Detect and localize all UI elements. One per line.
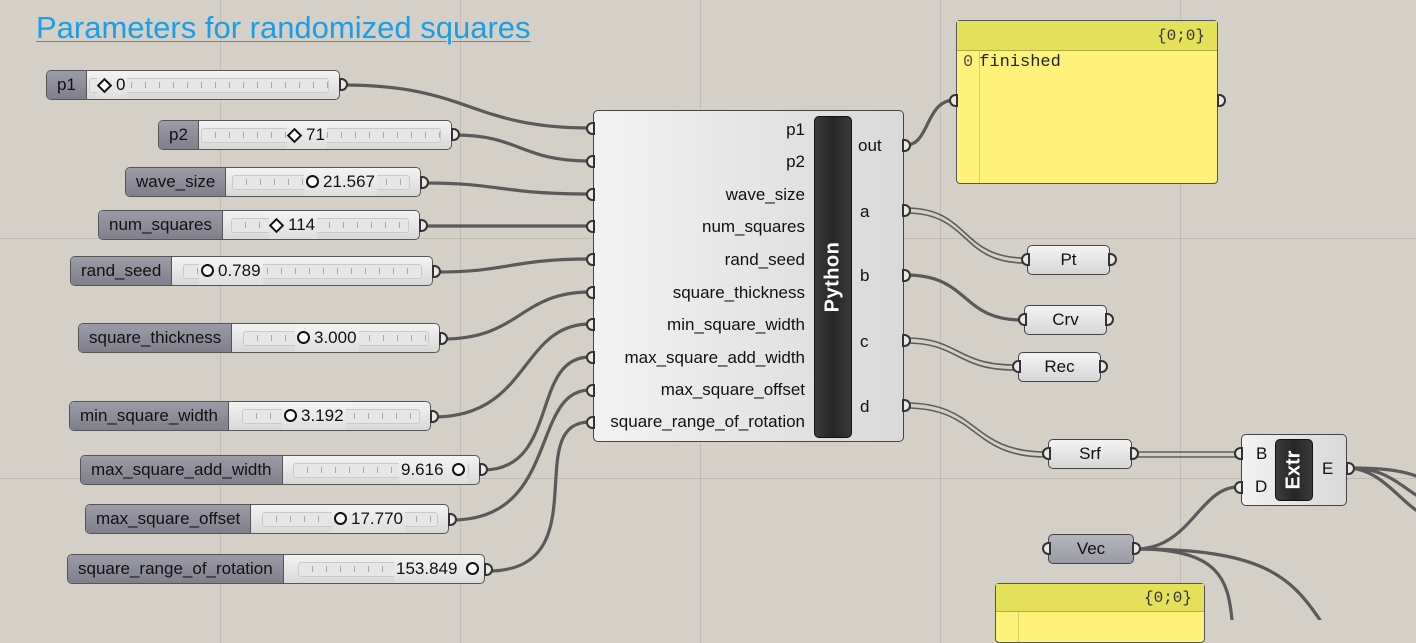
slider-p1[interactable]: p1 0: [46, 70, 340, 100]
slider-label: square_thickness: [79, 324, 233, 352]
input-wave-size: wave_size: [725, 185, 805, 204]
input-max-square-add-width: max_square_add_width: [624, 348, 805, 367]
param-vec[interactable]: Vec: [1048, 534, 1134, 564]
slider-knob-icon[interactable]: [284, 409, 297, 422]
slider-label: min_square_width: [70, 402, 229, 430]
slider-knob-icon[interactable]: [334, 512, 347, 525]
extrude-title-bar[interactable]: Extr: [1275, 439, 1313, 501]
slider-min-square-width[interactable]: min_square_width 3.192: [69, 401, 431, 431]
slider-knob-icon[interactable]: [201, 264, 214, 277]
input-rand-seed: rand_seed: [724, 250, 805, 269]
panel-index-divider: [1018, 612, 1019, 642]
extrude-title: Extr: [1282, 450, 1305, 490]
panel-path: {0;0}: [957, 21, 1217, 51]
input-grip[interactable]: [1234, 481, 1243, 494]
slider-label: wave_size: [126, 168, 227, 196]
input-grip[interactable]: [1042, 542, 1051, 555]
slider-value: 3.000: [295, 324, 359, 352]
page-title: Parameters for randomized squares: [36, 10, 531, 45]
output-c: c: [860, 332, 869, 351]
input-grip[interactable]: [586, 416, 595, 429]
slider-wave-size[interactable]: wave_size 21.567: [125, 167, 421, 197]
output-a: a: [860, 202, 870, 221]
input-square-range-of-rotation: square_range_of_rotation: [610, 412, 805, 431]
slider-value: 21.567: [304, 168, 377, 196]
input-grip[interactable]: [586, 384, 595, 397]
slider-label: p1: [47, 71, 87, 99]
panel-row-index: 0: [963, 53, 974, 72]
input-grip[interactable]: [1018, 313, 1027, 326]
input-grip[interactable]: [586, 188, 595, 201]
slider-label: num_squares: [99, 211, 224, 239]
input-grip[interactable]: [586, 318, 595, 331]
input-grip[interactable]: [586, 351, 595, 364]
input-grip[interactable]: [586, 220, 595, 233]
panel-row: 0 finished: [963, 53, 1061, 72]
param-crv[interactable]: Crv: [1024, 305, 1107, 335]
slider-label: square_range_of_rotation: [68, 555, 284, 583]
input-p2: p2: [786, 152, 805, 171]
slider-value: 3.192: [282, 402, 346, 430]
python-title-bar[interactable]: Python: [814, 116, 852, 438]
panel-output[interactable]: {0;0} 0 finished: [956, 20, 1218, 184]
slider-knob-icon[interactable]: [306, 175, 319, 188]
slider-knob-icon[interactable]: [268, 217, 285, 234]
slider-value: 0: [96, 71, 128, 99]
output-e: E: [1322, 459, 1334, 478]
output-out: out: [858, 136, 882, 155]
input-grip[interactable]: [949, 94, 958, 107]
input-p1: p1: [786, 120, 805, 139]
slider-max-square-add-width[interactable]: max_square_add_width 9.616: [80, 455, 480, 485]
slider-value: 17.770: [332, 505, 405, 533]
input-num-squares: num_squares: [701, 217, 805, 236]
input-b: B: [1256, 444, 1268, 463]
slider-p2[interactable]: p2 71: [158, 120, 452, 150]
slider-track[interactable]: [231, 218, 409, 233]
slider-square-range-of-rotation[interactable]: square_range_of_rotation 153.849: [67, 554, 485, 584]
slider-rand-seed[interactable]: rand_seed 0.789: [70, 256, 433, 286]
input-square-thickness: square_thickness: [672, 283, 805, 302]
slider-num-squares[interactable]: num_squares 114: [98, 210, 420, 240]
slider-label: p2: [159, 121, 199, 149]
slider-label: rand_seed: [71, 257, 173, 285]
output-d: d: [860, 397, 870, 416]
extrude-component[interactable]: B D Extr E: [1241, 434, 1347, 506]
slider-square-thickness[interactable]: square_thickness 3.000: [78, 323, 440, 353]
slider-value: 0.789: [199, 257, 263, 285]
python-component[interactable]: p1 p2 wave_size num_squares rand_seed sq…: [593, 110, 904, 442]
slider-label: max_square_offset: [86, 505, 252, 533]
slider-knob-icon[interactable]: [96, 77, 113, 94]
panel-row-value: finished: [979, 53, 1061, 72]
slider-value: 114: [268, 211, 318, 239]
input-grip[interactable]: [586, 155, 595, 168]
slider-value: 153.849: [394, 555, 482, 583]
input-grip[interactable]: [1012, 360, 1021, 373]
param-pt[interactable]: Pt: [1027, 245, 1110, 275]
input-grip[interactable]: [586, 253, 595, 266]
input-d: D: [1255, 477, 1268, 496]
slider-knob-icon[interactable]: [297, 331, 310, 344]
slider-label: max_square_add_width: [81, 456, 283, 484]
input-grip[interactable]: [1021, 253, 1030, 266]
input-max-square-offset: max_square_offset: [660, 380, 805, 399]
input-min-square-width: min_square_width: [667, 315, 805, 334]
input-grip[interactable]: [1042, 447, 1051, 460]
slider-value: 71: [286, 121, 327, 149]
slider-knob-icon[interactable]: [452, 463, 466, 476]
panel-bottom[interactable]: {0;0}: [995, 583, 1205, 643]
param-srf[interactable]: Srf: [1048, 439, 1132, 469]
panel-path: {0;0}: [996, 584, 1204, 612]
slider-knob-icon[interactable]: [286, 127, 303, 144]
input-grip[interactable]: [586, 122, 595, 135]
slider-knob-icon[interactable]: [466, 562, 480, 575]
slider-max-square-offset[interactable]: max_square_offset 17.770: [85, 504, 449, 534]
output-b: b: [860, 266, 870, 285]
input-grip[interactable]: [586, 286, 595, 299]
input-grip[interactable]: [1234, 447, 1243, 460]
slider-value: 9.616: [399, 456, 468, 484]
param-rec[interactable]: Rec: [1018, 352, 1101, 382]
python-title: Python: [821, 241, 844, 313]
